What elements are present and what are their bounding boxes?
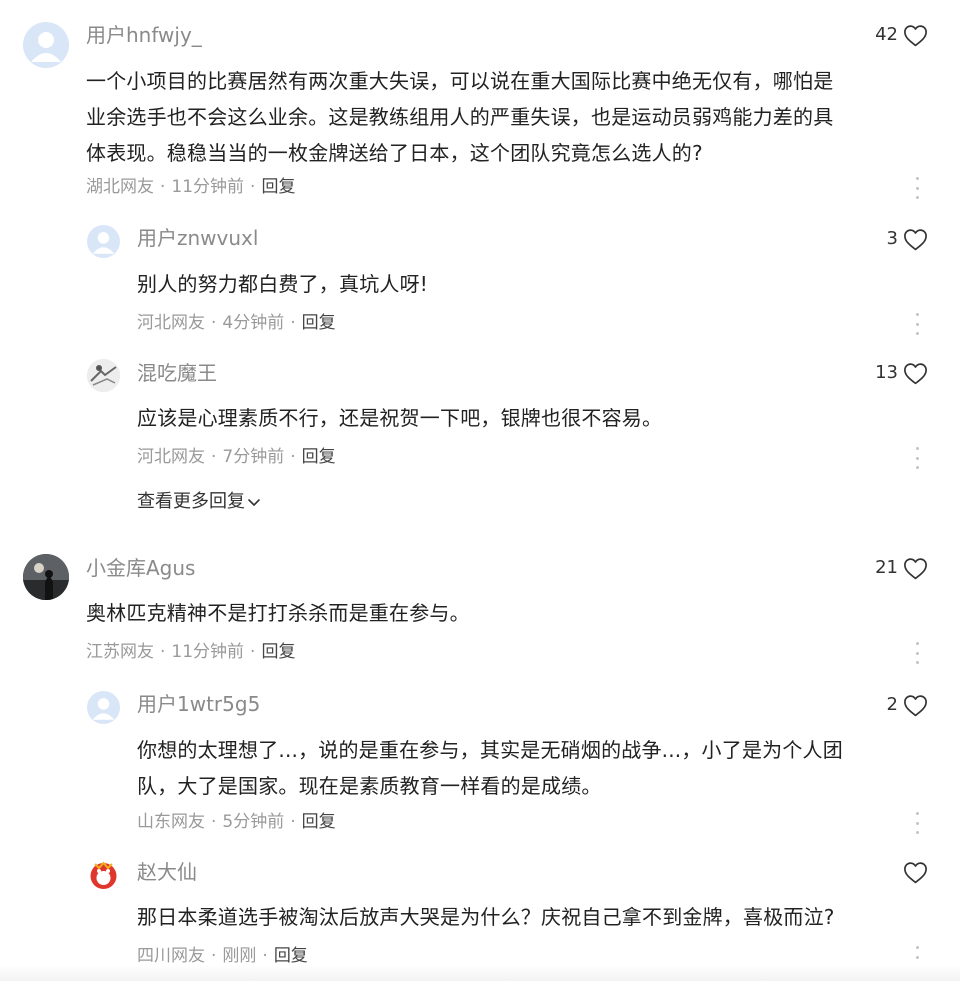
more-vertical-icon[interactable]: [914, 642, 920, 664]
username[interactable]: 用户1wtr5g5: [137, 692, 260, 716]
heart-outline-icon: [904, 861, 927, 883]
reply-button[interactable]: 回复: [261, 175, 295, 199]
reply-meta: 山东网友 · 5分钟前 · 回复: [137, 810, 336, 834]
location: 河北网友: [137, 447, 205, 467]
like-button[interactable]: 42: [875, 21, 928, 49]
default-avatar-icon: [92, 232, 115, 254]
heart-outline-icon: [904, 24, 927, 46]
comment-text-line: 业余选手也不会这么业余。这是教练组用人的严重失误，也是运动员弱鸡能力差的具: [86, 105, 834, 129]
location: 江苏网友: [86, 642, 154, 662]
meta-separator: ·: [250, 642, 256, 662]
username[interactable]: 用户znwvuxl: [137, 226, 258, 250]
comment-text: 一个小项目的比赛居然有两次重大失误，可以说在重大国际比赛中绝无仅有，哪怕是 业余…: [86, 63, 833, 171]
like-count: 42: [875, 24, 898, 45]
meta-separator: ·: [160, 177, 166, 197]
default-avatar-icon: [31, 32, 61, 62]
location: 湖北网友: [86, 177, 154, 197]
more-vertical-icon[interactable]: [914, 177, 920, 199]
timestamp: 5分钟前: [222, 812, 285, 832]
meta-separator: ·: [290, 812, 296, 832]
reply-text-line: 别人的努力都白费了，真坑人呀!: [137, 272, 429, 296]
like-button[interactable]: [898, 858, 928, 886]
location: 山东网友: [137, 812, 205, 832]
like-button[interactable]: 2: [887, 691, 928, 719]
meta-separator: ·: [211, 313, 217, 333]
reply-meta: 河北网友 · 7分钟前 · 回复: [137, 445, 336, 469]
timestamp: 7分钟前: [222, 447, 285, 467]
like-count: 13: [875, 362, 898, 383]
reply-text-line: 队，大了是国家。现在是素质教育一样看的是成绩。: [137, 774, 602, 798]
reply-text-line: 那日本柔道选手被淘汰后放声大哭是为什么？庆祝自己拿不到金牌，喜极而泣?: [137, 905, 835, 929]
avatar[interactable]: [23, 22, 69, 68]
like-button[interactable]: 21: [875, 554, 928, 582]
reply-text: 别人的努力都白费了，真坑人呀!: [137, 266, 428, 302]
sketch-avatar-icon: [87, 359, 120, 392]
more-vertical-icon[interactable]: [914, 812, 920, 834]
like-count: 2: [886, 694, 898, 715]
meta-separator: ·: [290, 447, 296, 467]
more-vertical-icon[interactable]: [914, 447, 920, 469]
view-more-replies-button[interactable]: 查看更多回复: [137, 490, 261, 514]
reply-text: 应该是心理素质不行，还是祝贺一下吧，银牌也很不容易。: [137, 400, 662, 436]
username[interactable]: 混吃魔王: [137, 361, 217, 385]
heart-outline-icon: [904, 557, 927, 579]
like-button[interactable]: 3: [887, 225, 928, 253]
more-vertical-icon[interactable]: [914, 313, 920, 335]
chevron-down-icon: [248, 499, 260, 506]
reply-text-line: 应该是心理素质不行，还是祝贺一下吧，银牌也很不容易。: [137, 406, 663, 430]
avatar[interactable]: [87, 691, 120, 724]
heart-outline-icon: [904, 362, 927, 384]
avatar[interactable]: [23, 554, 69, 600]
view-more-label: 查看更多回复: [137, 491, 245, 512]
reply-text-line: 你想的太理想了...，说的是重在参与，其实是无硝烟的战争...，小了是为个人团: [137, 738, 843, 762]
reply-button[interactable]: 回复: [261, 640, 295, 664]
reply-text: 那日本柔道选手被淘汰后放声大哭是为什么？庆祝自己拿不到金牌，喜极而泣?: [137, 899, 835, 935]
heart-outline-icon: [904, 694, 927, 716]
avatar[interactable]: [87, 225, 120, 258]
default-avatar-icon: [92, 698, 115, 720]
like-count: 21: [875, 557, 898, 578]
avatar[interactable]: [87, 858, 120, 891]
meta-separator: ·: [211, 812, 217, 832]
reply-button[interactable]: 回复: [302, 810, 336, 834]
photo-avatar-icon: [23, 554, 69, 600]
comment-meta: 江苏网友 · 11分钟前 · 回复: [86, 640, 295, 664]
bottom-edge: [0, 965, 960, 981]
timestamp: 11分钟前: [171, 177, 245, 197]
reply-button[interactable]: 回复: [302, 311, 336, 335]
reply-meta: 河北网友 · 4分钟前 · 回复: [137, 311, 336, 335]
location: 河北网友: [137, 313, 205, 333]
like-button[interactable]: 13: [875, 359, 928, 387]
username[interactable]: 赵大仙: [137, 860, 197, 884]
meta-separator: ·: [211, 447, 217, 467]
like-count: 3: [886, 228, 898, 249]
comment-text-line: 体表现。稳稳当当的一枚金牌送给了日本，这个团队究竟怎么选人的?: [86, 141, 703, 165]
reply-button[interactable]: 回复: [302, 445, 336, 469]
username[interactable]: 用户hnfwjy_: [86, 23, 202, 47]
heart-outline-icon: [904, 228, 927, 250]
comment-text-line: 奥林匹克精神不是打打杀杀而是重在参与。: [86, 601, 470, 625]
timestamp: 4分钟前: [222, 313, 285, 333]
reply-text: 你想的太理想了...，说的是重在参与，其实是无硝烟的战争...，小了是为个人团 …: [137, 732, 843, 804]
meta-separator: ·: [250, 177, 256, 197]
avatar[interactable]: [87, 359, 120, 392]
meta-separator: ·: [290, 313, 296, 333]
comment-meta: 湖北网友 · 11分钟前 · 回复: [86, 175, 295, 199]
comment-text-line: 一个小项目的比赛居然有两次重大失误，可以说在重大国际比赛中绝无仅有，哪怕是: [86, 69, 834, 93]
comment-text: 奥林匹克精神不是打打杀杀而是重在参与。: [86, 595, 470, 631]
timestamp: 11分钟前: [171, 642, 245, 662]
cartoon-avatar-icon: [90, 861, 117, 889]
meta-separator: ·: [160, 642, 166, 662]
username[interactable]: 小金库Agus: [86, 556, 195, 580]
